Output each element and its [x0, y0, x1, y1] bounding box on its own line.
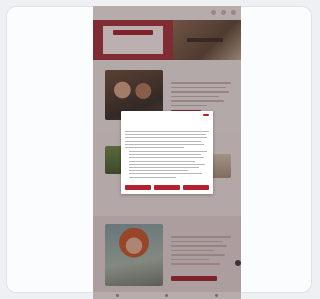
dialog-logo — [203, 114, 209, 116]
dialog-bullet-list — [129, 151, 207, 180]
cookie-consent-dialog — [121, 111, 213, 194]
dialog-body-text — [125, 131, 209, 150]
cookie-button-1[interactable] — [125, 185, 151, 190]
cookie-button-2[interactable] — [154, 185, 180, 190]
cookie-button-3[interactable] — [183, 185, 209, 190]
dialog-buttons — [125, 185, 209, 190]
